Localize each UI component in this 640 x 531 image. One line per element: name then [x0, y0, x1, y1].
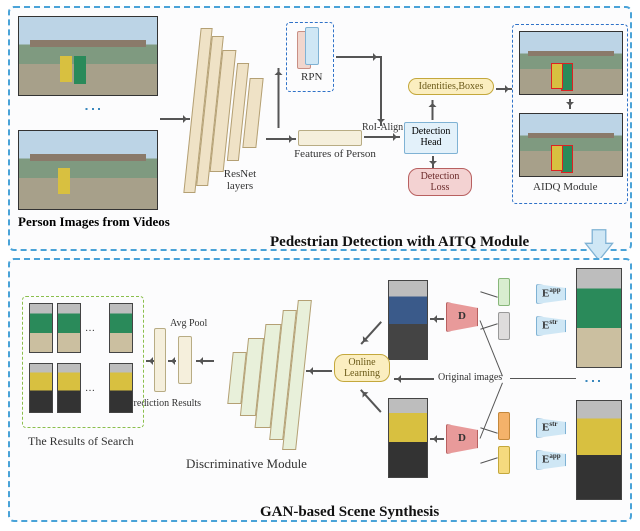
person-crop-1: [576, 268, 622, 368]
arrow-icon: [394, 378, 434, 380]
arrow-icon: [360, 321, 381, 344]
arrow-icon: [360, 389, 381, 412]
arrow-icon: [569, 99, 571, 109]
input-caption: Person Images from Videos: [18, 214, 170, 230]
avgpool-label: Avg Pool: [170, 318, 210, 329]
top-panel: ⋮ Person Images from Videos ResNet layer…: [8, 6, 632, 251]
generated-crop-1: [388, 280, 428, 360]
arrow-icon: [160, 118, 190, 120]
rpn-label: RPN: [301, 71, 322, 83]
arrow-icon: [430, 438, 444, 440]
arrow-icon: [146, 360, 154, 362]
arrow-icon: [168, 360, 176, 362]
aidq-image-1: [519, 31, 623, 95]
feat-app-1: [498, 278, 510, 306]
pedestrian-figure: [74, 56, 86, 84]
generated-crop-2: [388, 398, 428, 478]
aidq-module: AIDQ Module: [512, 24, 628, 204]
d-label-2: D: [458, 432, 466, 444]
crossline: [480, 291, 497, 298]
e-app-label-2: Eapp: [542, 452, 561, 466]
pedestrian-figure: [58, 168, 70, 194]
e-str-label-1: Estr: [542, 318, 558, 332]
arrow-icon: [306, 370, 332, 372]
feat-app-2: [498, 446, 510, 474]
arrow-icon: [336, 56, 380, 58]
bottom-title: GAN-based Scene Synthesis: [260, 504, 439, 521]
arrow-icon: [364, 136, 400, 138]
feat-str-1: [498, 312, 510, 340]
scene-image-content: [19, 131, 157, 209]
prediction-block: [154, 328, 166, 392]
features-label: Features of Person: [290, 148, 380, 160]
rpn-box: RPN: [286, 22, 334, 92]
aidq-label: AIDQ Module: [533, 181, 597, 193]
arrow-icon: [432, 100, 434, 120]
arrow-icon: [430, 318, 444, 320]
scene-image-content: [19, 17, 157, 95]
roi-align-label: RoI-Align: [362, 122, 403, 133]
feat-str-2: [498, 412, 510, 440]
discriminative-tower: [216, 300, 306, 460]
e-str-label-2: Estr: [542, 420, 558, 434]
person-crop-2: [576, 400, 622, 500]
e-app-label-1: Eapp: [542, 286, 561, 300]
results-box: … …: [22, 296, 144, 428]
vertical-ellipsis-icon: ⋮: [582, 372, 604, 390]
online-learning-tag: Online Learning: [334, 354, 390, 382]
crossline: [480, 457, 497, 464]
flow-arrow-icon: [582, 228, 616, 262]
top-title: Pedestrian Detection with AITQ Module: [270, 234, 529, 251]
identities-tag: Identities,Boxes: [408, 78, 494, 95]
detection-head-block: Detection Head: [404, 122, 458, 154]
rpn-block: [305, 27, 319, 65]
resnet-label: ResNet layers: [210, 168, 270, 192]
input-image-1: [18, 16, 158, 96]
features-block: [298, 130, 362, 146]
bottom-panel: ⋮ Eapp Estr Estr Eapp D D Online Learnin…: [8, 258, 632, 522]
origline-right: [510, 378, 576, 379]
results-label: The Results of Search: [28, 434, 134, 449]
detection-loss-tag: Detection Loss: [408, 168, 472, 196]
arrow-icon: [278, 68, 280, 128]
d-label-1: D: [458, 310, 466, 322]
avgpool-block: [178, 336, 192, 384]
original-images-label: Original images: [438, 372, 502, 383]
disc-module-label: Discriminative Module: [186, 456, 307, 472]
pedestrian-figure: [60, 56, 72, 82]
arrow-icon: [496, 88, 512, 90]
input-image-2: [18, 130, 158, 210]
vertical-ellipsis-icon: ⋮: [82, 100, 104, 118]
aidq-image-2: [519, 113, 623, 177]
arrow-icon: [196, 360, 214, 362]
arrow-icon: [432, 156, 434, 168]
arrow-icon: [380, 56, 382, 126]
arrow-icon: [266, 138, 296, 140]
